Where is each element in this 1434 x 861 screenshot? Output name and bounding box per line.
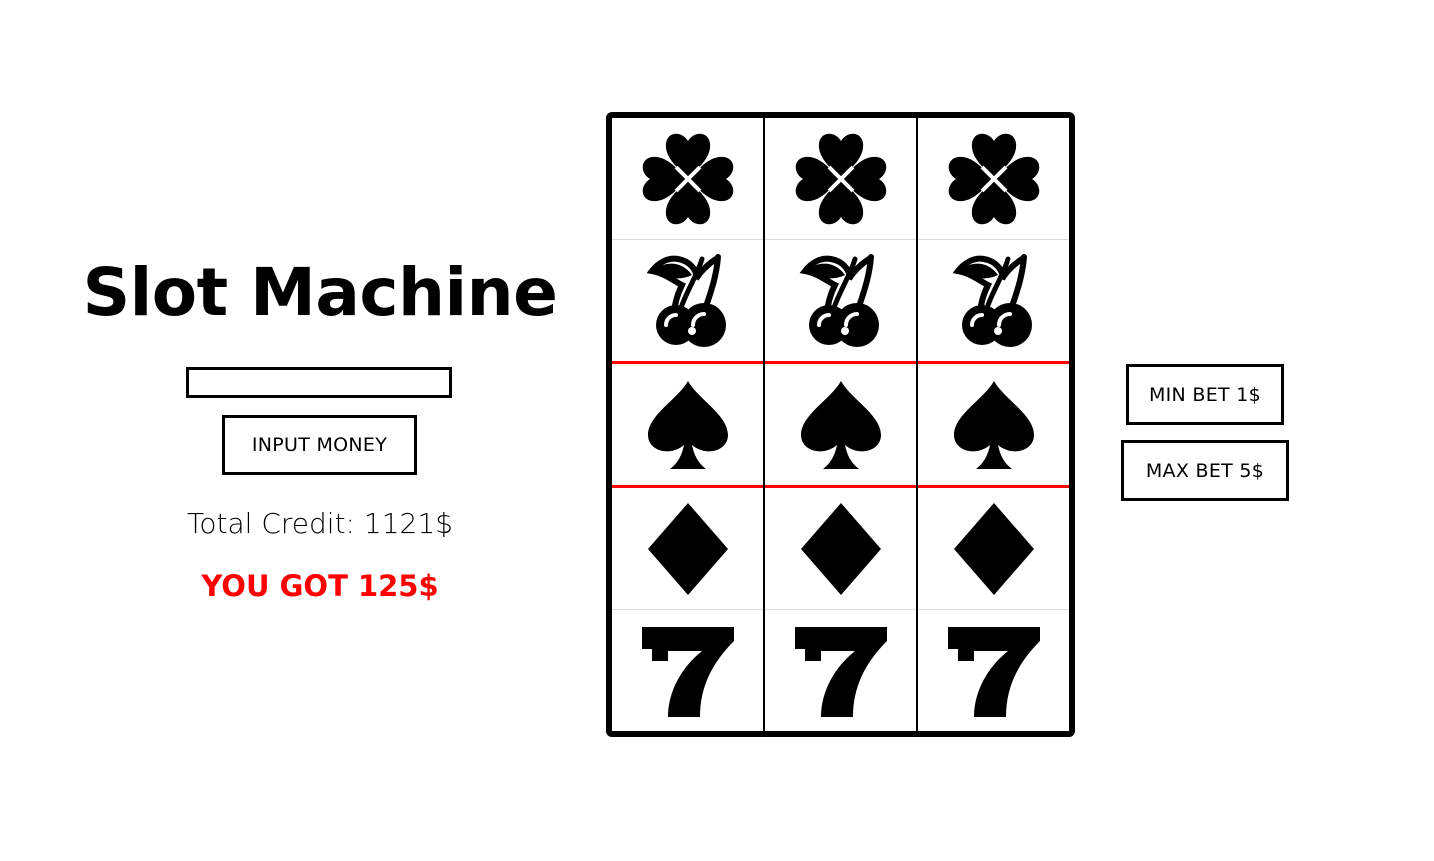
min-bet-button[interactable]: MIN BET 1$ — [1126, 364, 1284, 425]
seven-icon — [791, 621, 891, 721]
reel-cell — [765, 488, 916, 610]
page-title: Slot Machine — [82, 254, 558, 331]
reel-cell-payline — [765, 364, 916, 488]
reel-cell — [612, 240, 763, 364]
clover-icon — [944, 129, 1044, 229]
clover-icon — [638, 129, 738, 229]
reel-cell — [765, 240, 916, 364]
reel-cell — [918, 488, 1069, 610]
diamond-icon — [944, 499, 1044, 599]
reel-cell — [612, 118, 763, 240]
reel-cell — [612, 610, 763, 731]
slot-machine — [606, 112, 1075, 737]
reel-cell — [765, 610, 916, 731]
total-credit: Total Credit: 1121$ — [187, 507, 453, 540]
win-message: YOU GOT 125$ — [201, 569, 439, 603]
cherry-icon — [791, 251, 891, 351]
max-bet-button[interactable]: MAX BET 5$ — [1121, 440, 1289, 501]
clover-icon — [791, 129, 891, 229]
spade-icon — [944, 375, 1044, 475]
reel-cell — [918, 610, 1069, 731]
cherry-icon — [638, 251, 738, 351]
money-input[interactable] — [186, 367, 452, 398]
diamond-icon — [638, 499, 738, 599]
reel-cell-payline — [918, 364, 1069, 488]
cherry-icon — [944, 251, 1044, 351]
reel-3 — [918, 118, 1069, 731]
slot-machine-page: Slot Machine INPUT MONEY Total Credit: 1… — [0, 0, 1434, 861]
diamond-icon — [791, 499, 891, 599]
reel-2 — [765, 118, 918, 731]
reel-cell-payline — [612, 364, 763, 488]
reel-cell — [918, 118, 1069, 240]
reel-cell — [765, 118, 916, 240]
input-money-button[interactable]: INPUT MONEY — [222, 415, 417, 475]
reel-cell — [612, 488, 763, 610]
spade-icon — [638, 375, 738, 475]
reel-cell — [918, 240, 1069, 364]
spade-icon — [791, 375, 891, 475]
seven-icon — [944, 621, 1044, 721]
seven-icon — [638, 621, 738, 721]
reel-1 — [612, 118, 765, 731]
